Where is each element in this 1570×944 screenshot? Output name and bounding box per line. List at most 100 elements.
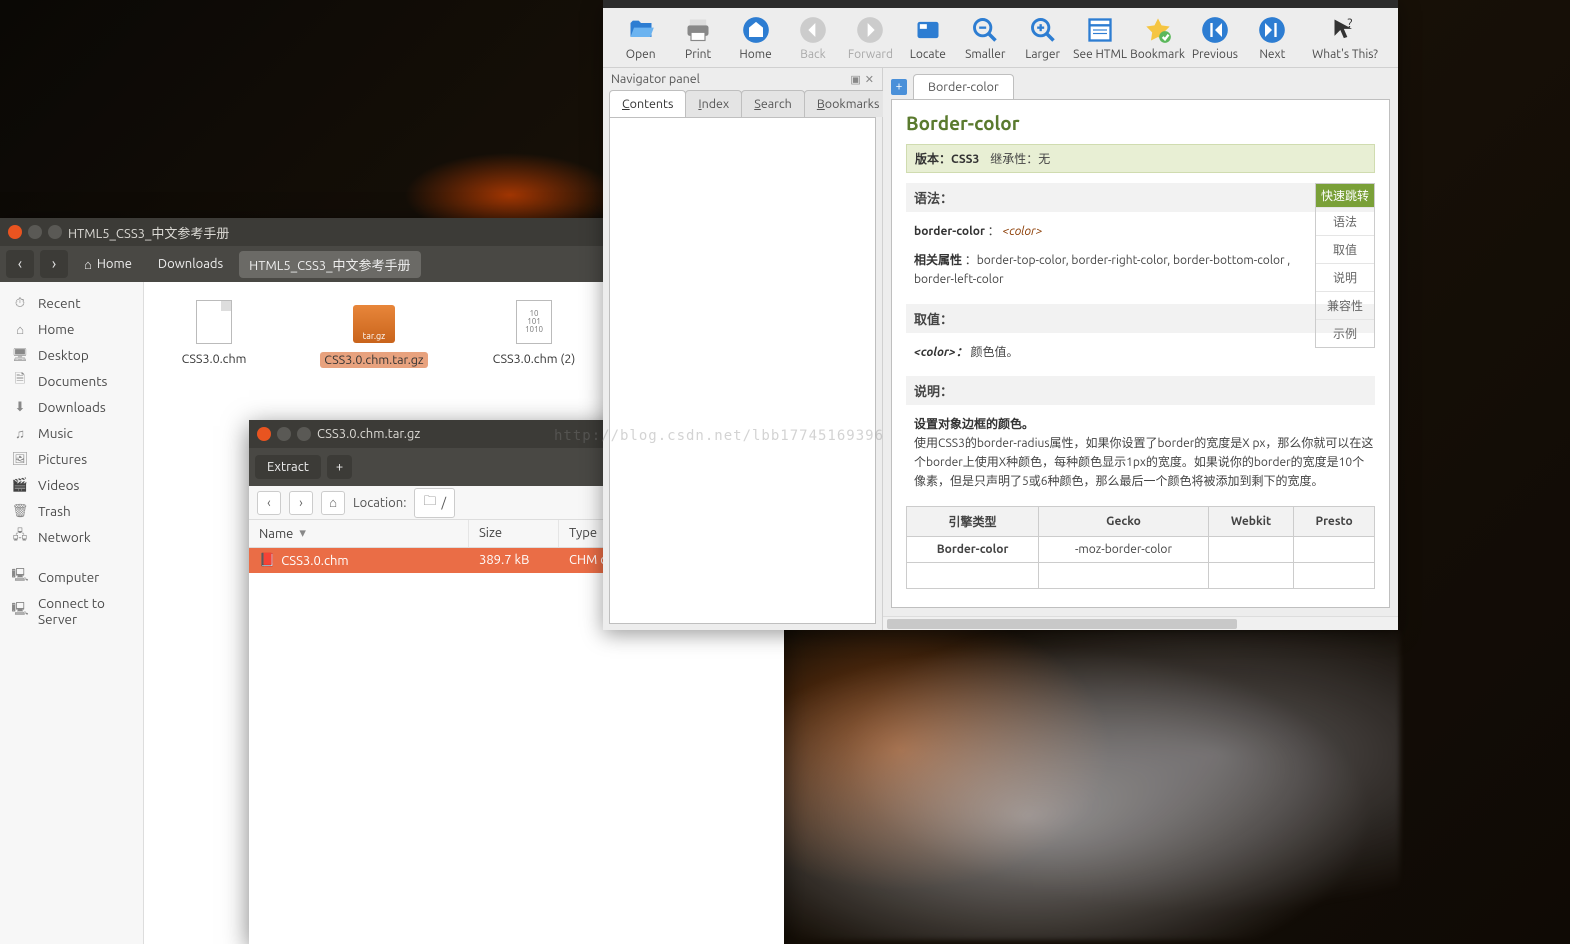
- chm-file-icon: 📕: [259, 553, 275, 568]
- chm-titlebar[interactable]: [603, 0, 1398, 8]
- version-info: 版本：CSS3 继承性：无: [906, 144, 1375, 173]
- forward-button: Forward: [843, 14, 898, 61]
- open-icon: [625, 14, 657, 46]
- sidebar-item-connect-to-server[interactable]: 🖳Connect to Server: [0, 590, 143, 632]
- next-button[interactable]: Next: [1245, 14, 1300, 61]
- add-button[interactable]: +: [327, 455, 352, 479]
- forward-icon: [854, 14, 886, 46]
- location-label: Location:: [353, 496, 406, 510]
- bookmark-button[interactable]: Bookmark: [1130, 14, 1185, 61]
- add-tab-button[interactable]: +: [891, 79, 907, 95]
- back-icon: [797, 14, 829, 46]
- see-html-button[interactable]: See HTML: [1072, 14, 1127, 61]
- locate-icon: [912, 14, 944, 46]
- navigator-tabs: ContentsIndexSearchBookmarks: [603, 90, 882, 117]
- nav-tab-contents[interactable]: Contents: [609, 90, 686, 117]
- trash-icon: 🗑: [12, 503, 28, 519]
- smaller-button[interactable]: Smaller: [958, 14, 1013, 61]
- back-button: Back: [785, 14, 840, 61]
- home-button[interactable]: Home: [728, 14, 783, 61]
- sidebar-item-network[interactable]: 🖧Network: [0, 524, 143, 550]
- sidebar-item-downloads[interactable]: ⬇Downloads: [0, 394, 143, 420]
- nav-tab-search[interactable]: Search: [741, 90, 805, 117]
- nav-tab-bookmarks[interactable]: Bookmarks: [804, 90, 893, 117]
- sidebar-item-documents[interactable]: 🗎Documents: [0, 368, 143, 394]
- file-type-icon: 101011010: [510, 298, 558, 346]
- horizontal-scrollbar[interactable]: [883, 616, 1398, 630]
- chm-toolbar: OpenPrintHomeBackForwardLocateSmallerLar…: [603, 8, 1398, 68]
- panel-detach-icon[interactable]: ▣: [850, 73, 860, 86]
- location-field[interactable]: 🗀 /: [414, 488, 455, 518]
- connect-to-server-icon: 🖳: [12, 603, 28, 619]
- document-tabs: + Border-color: [883, 68, 1398, 99]
- sidebar-item-computer[interactable]: 🖳Computer: [0, 564, 143, 590]
- close-icon[interactable]: [257, 427, 271, 441]
- quick-nav-head: 快速跳转: [1316, 184, 1374, 207]
- file-item[interactable]: 101011010CSS3.0.chm (2): [474, 298, 594, 366]
- file-item[interactable]: CSS3.0.chm: [154, 298, 274, 366]
- file-item[interactable]: tar.gzCSS3.0.chm.tar.gz: [314, 298, 434, 368]
- quick-nav-item[interactable]: 示例: [1316, 319, 1374, 347]
- document-tab[interactable]: Border-color: [913, 74, 1014, 99]
- locate-button[interactable]: Locate: [900, 14, 955, 61]
- what-s-this--button[interactable]: ?What's This?: [1302, 14, 1388, 61]
- quick-nav-item[interactable]: 说明: [1316, 263, 1374, 291]
- print-button[interactable]: Print: [670, 14, 725, 61]
- svg-text:?: ?: [1347, 17, 1352, 31]
- desktop-smoke-effect: [780, 630, 1400, 940]
- what-s-this--icon: ?: [1329, 14, 1361, 46]
- sidebar-item-desktop[interactable]: 🖥Desktop: [0, 342, 143, 368]
- nav-forward-button[interactable]: ›: [40, 250, 68, 278]
- quick-nav-item[interactable]: 兼容性: [1316, 291, 1374, 319]
- navigator-panel: Navigator panel ▣ ✕ ContentsIndexSearchB…: [603, 68, 883, 630]
- breadcrumb-downloads[interactable]: Downloads: [148, 253, 233, 275]
- navigator-title: Navigator panel: [611, 72, 700, 86]
- contents-tree[interactable]: [609, 117, 876, 624]
- document-content[interactable]: Border-color 版本：CSS3 继承性：无 快速跳转 语法取值说明兼容…: [891, 99, 1390, 608]
- loc-home-button[interactable]: ⌂: [321, 491, 345, 515]
- minimize-icon[interactable]: [277, 427, 291, 441]
- open-button[interactable]: Open: [613, 14, 668, 61]
- print-icon: [682, 14, 714, 46]
- file-type-icon: tar.gz: [350, 298, 398, 346]
- sidebar-item-videos[interactable]: 🎬Videos: [0, 472, 143, 498]
- quick-nav: 快速跳转 语法取值说明兼容性示例: [1315, 183, 1375, 348]
- archive-title: CSS3.0.chm.tar.gz: [317, 427, 420, 441]
- sidebar-item-pictures[interactable]: 🖼Pictures: [0, 446, 143, 472]
- extract-button[interactable]: Extract: [255, 455, 321, 479]
- section-description: 说明：: [906, 376, 1375, 405]
- breadcrumb-home[interactable]: ⌂ Home: [74, 253, 142, 276]
- minimize-icon[interactable]: [28, 225, 42, 239]
- bookmark-icon: [1142, 14, 1174, 46]
- previous-button[interactable]: Previous: [1187, 14, 1242, 61]
- computer-icon: 🖳: [12, 569, 28, 585]
- music-icon: ♫: [12, 425, 28, 441]
- quick-nav-item[interactable]: 取值: [1316, 235, 1374, 263]
- nav-back-button[interactable]: ‹: [6, 250, 34, 278]
- loc-back-button[interactable]: ‹: [257, 491, 281, 515]
- sidebar-item-trash[interactable]: 🗑Trash: [0, 498, 143, 524]
- larger-icon: [1027, 14, 1059, 46]
- maximize-icon[interactable]: [48, 225, 62, 239]
- sort-indicator-icon: ▾: [299, 526, 306, 541]
- loc-forward-button[interactable]: ›: [289, 491, 313, 515]
- section-syntax: 语法：: [906, 183, 1375, 212]
- home-icon: ⌂: [12, 321, 28, 337]
- scrollbar-thumb[interactable]: [887, 619, 1237, 629]
- sidebar-item-recent[interactable]: ⏱Recent: [0, 290, 143, 316]
- close-icon[interactable]: [8, 225, 22, 239]
- previous-icon: [1199, 14, 1231, 46]
- breadcrumb-current[interactable]: HTML5_CSS3_中文参考手册: [239, 251, 420, 278]
- pictures-icon: 🖼: [12, 451, 28, 467]
- engine-compatibility-table: 引擎类型 Gecko Webkit Presto Border-color -m…: [906, 506, 1375, 589]
- sidebar-item-home[interactable]: ⌂Home: [0, 316, 143, 342]
- file-manager-titlebar[interactable]: HTML5_CSS3_中文参考手册: [0, 218, 604, 246]
- nav-tab-index[interactable]: Index: [685, 90, 742, 117]
- sidebar-item-music[interactable]: ♫Music: [0, 420, 143, 446]
- file-manager-toolbar: ‹ › ⌂ Home Downloads HTML5_CSS3_中文参考手册: [0, 246, 604, 282]
- maximize-icon[interactable]: [297, 427, 311, 441]
- file-type-icon: [190, 298, 238, 346]
- panel-close-icon[interactable]: ✕: [865, 73, 874, 86]
- larger-button[interactable]: Larger: [1015, 14, 1070, 61]
- quick-nav-item[interactable]: 语法: [1316, 207, 1374, 235]
